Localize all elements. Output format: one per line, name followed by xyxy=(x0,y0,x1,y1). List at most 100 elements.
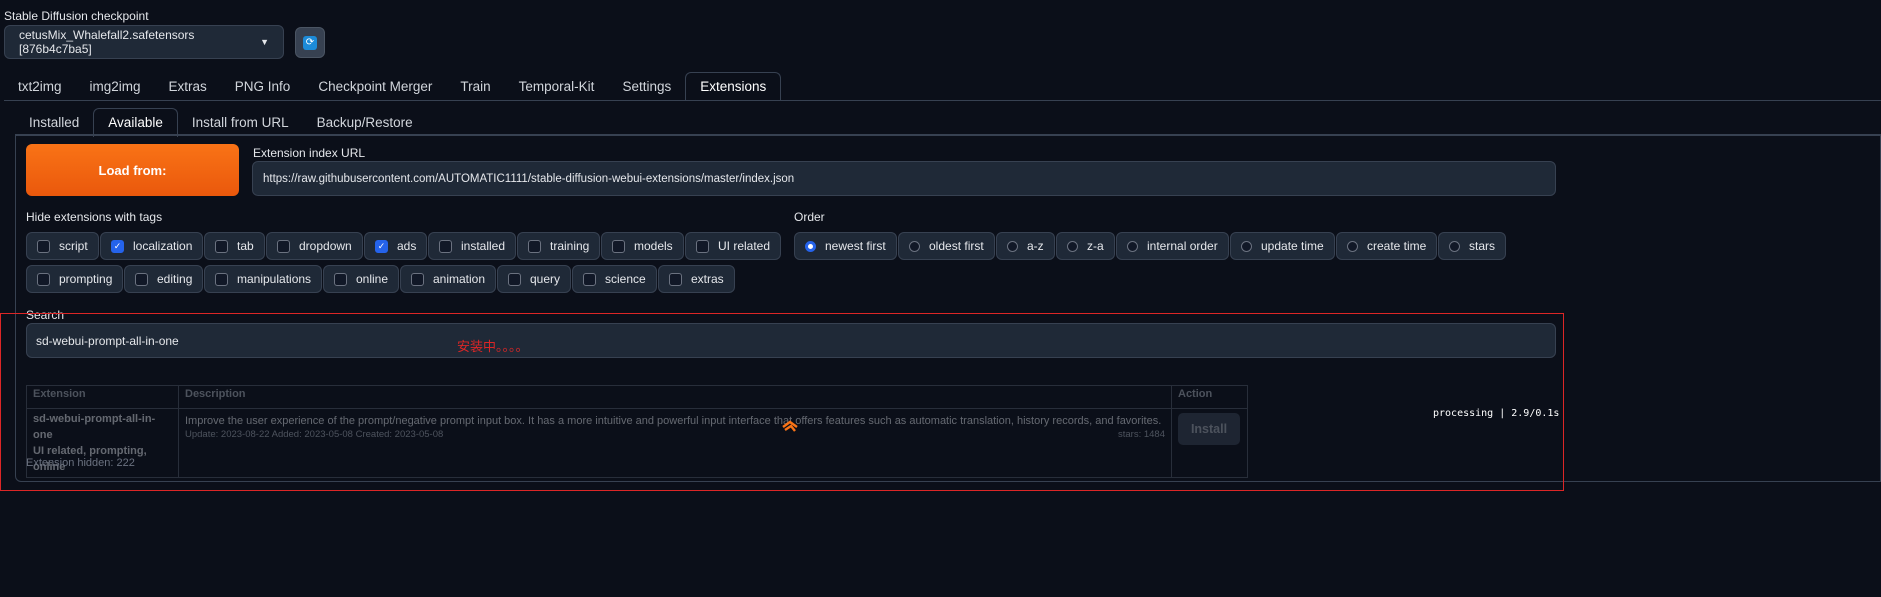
tag-checkbox-installed[interactable]: installed xyxy=(428,232,517,260)
subtab-installed[interactable]: Installed xyxy=(15,109,93,137)
checkbox-empty-icon xyxy=(439,239,452,253)
checkbox-empty-icon xyxy=(669,272,682,286)
option-label: models xyxy=(634,239,673,253)
checkbox-empty-icon xyxy=(334,272,347,286)
checkbox-checked-icon: ✓ xyxy=(111,239,124,253)
tag-checkbox-ui-related[interactable]: UI related xyxy=(685,232,782,260)
order-option-a-z[interactable]: a-z xyxy=(996,232,1055,260)
main-tab-divider xyxy=(4,100,1881,101)
radio-empty-icon xyxy=(1347,240,1358,252)
chevron-down-icon: ▼ xyxy=(260,37,269,47)
tab-train[interactable]: Train xyxy=(446,73,504,101)
option-label: stars xyxy=(1469,239,1496,253)
checkpoint-value: cetusMix_Whalefall2.safetensors [876b4c7… xyxy=(19,28,195,56)
tab-img2img[interactable]: img2img xyxy=(76,73,155,101)
option-label: tab xyxy=(237,239,254,253)
option-label: internal order xyxy=(1147,239,1218,253)
tag-checkbox-ads[interactable]: ✓ ads xyxy=(364,232,428,260)
subtab-available[interactable]: Available xyxy=(93,108,178,137)
tag-checkbox-localization[interactable]: ✓ localization xyxy=(100,232,204,260)
order-option-update-time[interactable]: update time xyxy=(1230,232,1335,260)
extension-index-url-label: Extension index URL xyxy=(253,146,366,160)
checkpoint-dropdown[interactable]: cetusMix_Whalefall2.safetensors [876b4c7… xyxy=(4,25,284,59)
checkbox-empty-icon xyxy=(135,272,148,286)
tag-checkbox-script[interactable]: script xyxy=(26,232,99,260)
order-option-create-time[interactable]: create time xyxy=(1336,232,1438,260)
tab-checkpoint-merger[interactable]: Checkpoint Merger xyxy=(304,73,446,101)
extension-index-url-value: https://raw.githubusercontent.com/AUTOMA… xyxy=(263,172,795,185)
option-label: oldest first xyxy=(929,239,984,253)
order-option-internal-order[interactable]: internal order xyxy=(1116,232,1229,260)
tag-checkbox-science[interactable]: science xyxy=(572,265,657,293)
tab-txt2img[interactable]: txt2img xyxy=(4,73,76,101)
subtab-backup-restore[interactable]: Backup/Restore xyxy=(303,109,427,137)
option-label: query xyxy=(530,272,561,286)
radio-empty-icon xyxy=(1007,240,1018,252)
checkbox-empty-icon xyxy=(277,239,290,253)
tag-checkbox-extras[interactable]: extras xyxy=(658,265,735,293)
extension-index-url-input[interactable]: https://raw.githubusercontent.com/AUTOMA… xyxy=(252,161,1556,196)
checkbox-empty-icon xyxy=(411,272,424,286)
radio-selected-icon xyxy=(805,240,816,252)
checkbox-empty-icon xyxy=(696,239,709,253)
tag-checkbox-online[interactable]: online xyxy=(323,265,400,293)
option-label: create time xyxy=(1367,239,1427,253)
main-tab-bar: txt2img img2img Extras PNG Info Checkpoint M… xyxy=(4,72,782,101)
checkbox-empty-icon xyxy=(215,272,228,286)
option-label: UI related xyxy=(718,239,771,253)
option-label: manipulations xyxy=(237,272,312,286)
tag-checkbox-training[interactable]: training xyxy=(517,232,601,260)
option-label: ads xyxy=(397,239,417,253)
sub-tab-bar: Installed Available Install from URL Backup… xyxy=(15,108,427,137)
tab-png-info[interactable]: PNG Info xyxy=(221,73,305,101)
option-label: installed xyxy=(461,239,506,253)
tag-checkbox-dropdown[interactable]: dropdown xyxy=(266,232,363,260)
radio-empty-icon xyxy=(1449,240,1460,252)
annotation-highlight-box xyxy=(0,313,1564,491)
tab-extensions[interactable]: Extensions xyxy=(685,72,782,101)
order-option-stars[interactable]: stars xyxy=(1438,232,1507,260)
checkbox-empty-icon xyxy=(583,272,596,286)
option-label: editing xyxy=(157,272,193,286)
radio-empty-icon xyxy=(1241,240,1252,252)
option-label: prompting xyxy=(59,272,113,286)
radio-empty-icon xyxy=(909,240,920,252)
checkbox-empty-icon xyxy=(508,272,521,286)
tab-extras[interactable]: Extras xyxy=(155,73,221,101)
radio-empty-icon xyxy=(1127,240,1138,252)
radio-empty-icon xyxy=(1067,240,1078,252)
tag-checkbox-manipulations[interactable]: manipulations xyxy=(204,265,323,293)
tag-checkbox-editing[interactable]: editing xyxy=(124,265,204,293)
option-label: extras xyxy=(691,272,724,286)
tag-checkbox-tab[interactable]: tab xyxy=(204,232,265,260)
checkbox-empty-icon xyxy=(612,239,625,253)
tag-checkbox-models[interactable]: models xyxy=(601,232,684,260)
order-option-z-a[interactable]: z-a xyxy=(1056,232,1115,260)
tab-settings[interactable]: Settings xyxy=(608,73,685,101)
checkbox-empty-icon xyxy=(215,239,228,253)
option-label: training xyxy=(550,239,590,253)
option-label: dropdown xyxy=(299,239,352,253)
option-label: script xyxy=(59,239,88,253)
subtab-install-from-url[interactable]: Install from URL xyxy=(178,109,303,137)
option-label: z-a xyxy=(1087,239,1104,253)
order-option-newest-first[interactable]: newest first xyxy=(794,232,897,260)
checkbox-checked-icon: ✓ xyxy=(375,239,388,253)
load-from-button[interactable]: Load from: xyxy=(26,144,239,196)
checkpoint-label: Stable Diffusion checkpoint xyxy=(4,9,149,23)
option-label: online xyxy=(356,272,389,286)
option-label: update time xyxy=(1261,239,1324,253)
tag-checkbox-query[interactable]: query xyxy=(497,265,572,293)
hide-tags-label: Hide extensions with tags xyxy=(26,210,163,224)
option-label: localization xyxy=(133,239,193,253)
refresh-checkpoint-button[interactable]: ⟳ xyxy=(295,27,325,58)
option-label: a-z xyxy=(1027,239,1044,253)
order-option-oldest-first[interactable]: oldest first xyxy=(898,232,995,260)
tag-checkbox-animation[interactable]: animation xyxy=(400,265,497,293)
checkbox-empty-icon xyxy=(37,239,50,253)
option-label: newest first xyxy=(825,239,886,253)
tab-temporal-kit[interactable]: Temporal-Kit xyxy=(505,73,609,101)
tag-checkbox-prompting[interactable]: prompting xyxy=(26,265,124,293)
option-label: science xyxy=(605,272,646,286)
refresh-icon: ⟳ xyxy=(303,35,317,50)
